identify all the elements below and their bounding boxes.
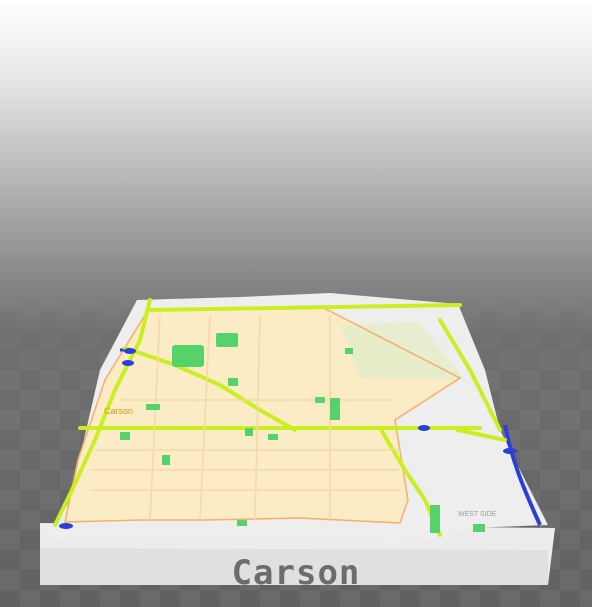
city-label[interactable]: Carson — [104, 406, 133, 416]
district-label[interactable]: WEST SIDE — [458, 511, 497, 518]
terrain-map-model[interactable]: Carson WEST SIDE — [0, 0, 592, 607]
place-name-caption: Carson — [231, 553, 361, 593]
